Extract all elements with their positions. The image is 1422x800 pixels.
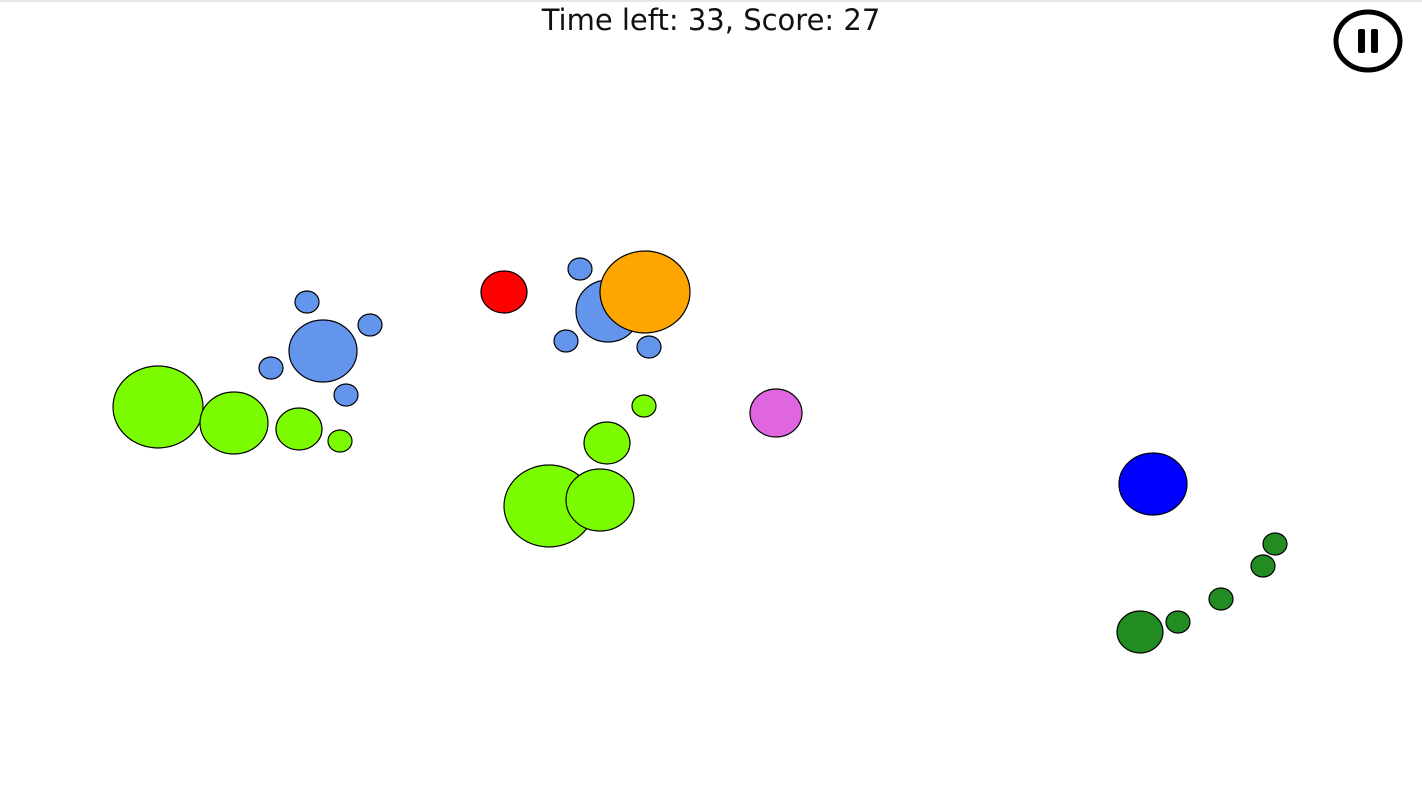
red-bubble[interactable] — [480, 270, 528, 314]
game-screen[interactable]: Time left: 33, Score: 27 — [0, 0, 1422, 800]
time-label: Time left: — [541, 3, 679, 37]
cornflower-bubble[interactable] — [636, 335, 662, 359]
cornflower-bubble[interactable] — [357, 313, 383, 337]
orchid-bubble[interactable] — [749, 388, 803, 438]
forest-bubble[interactable] — [1208, 587, 1234, 611]
lime-bubble[interactable] — [565, 468, 635, 532]
cornflower-bubble[interactable] — [294, 290, 320, 314]
orange-bubble[interactable] — [599, 250, 691, 334]
lime-bubble[interactable] — [199, 391, 269, 455]
cornflower-bubble[interactable] — [333, 383, 359, 407]
blue-bubble[interactable] — [1118, 452, 1188, 516]
lime-bubble[interactable] — [112, 365, 204, 449]
cornflower-bubble[interactable] — [567, 257, 593, 281]
hud-status: Time left: 33, Score: 27 — [541, 3, 881, 37]
lime-bubble[interactable] — [583, 421, 631, 465]
cornflower-bubble[interactable] — [258, 356, 284, 380]
forest-bubble[interactable] — [1262, 532, 1288, 556]
lime-bubble[interactable] — [275, 407, 323, 451]
score-value: 27 — [843, 3, 881, 37]
pause-button[interactable] — [1333, 9, 1403, 73]
forest-bubble[interactable] — [1165, 610, 1191, 634]
play-field[interactable] — [0, 0, 1422, 800]
cornflower-bubble[interactable] — [288, 319, 358, 383]
time-left-value: 33 — [687, 3, 725, 37]
lime-bubble[interactable] — [327, 429, 353, 453]
score-label: Score: — [743, 3, 835, 37]
forest-bubble[interactable] — [1116, 610, 1164, 654]
forest-bubble[interactable] — [1250, 554, 1276, 578]
cornflower-bubble[interactable] — [553, 329, 579, 353]
pause-icon — [1333, 9, 1403, 73]
lime-bubble[interactable] — [631, 394, 657, 418]
